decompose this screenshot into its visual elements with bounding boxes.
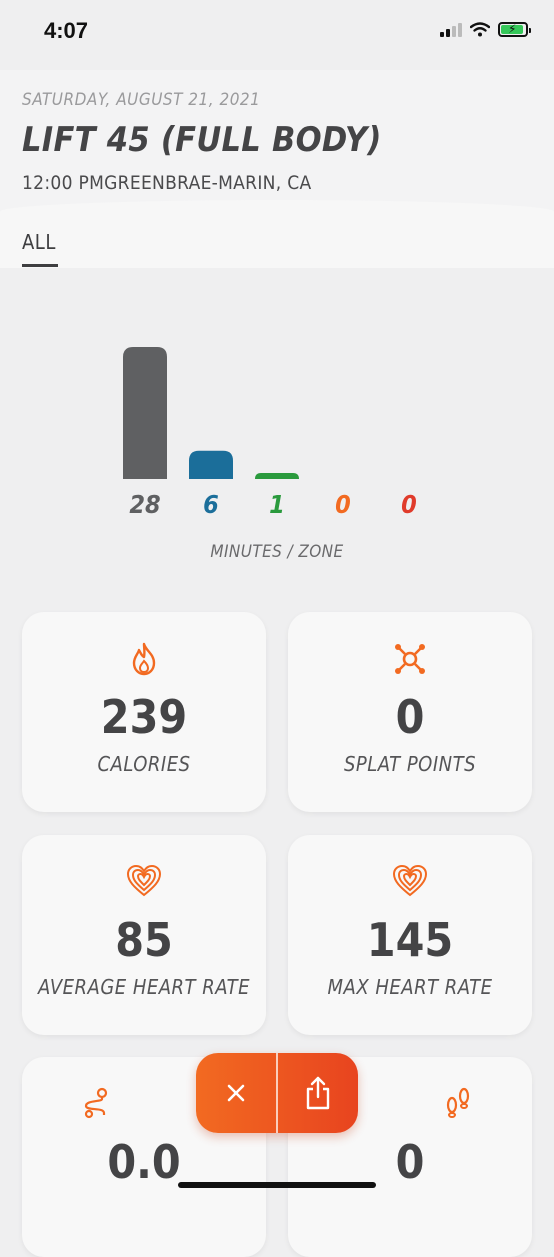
share-button[interactable] xyxy=(278,1053,358,1133)
heart-icon xyxy=(288,864,532,901)
footsteps-icon xyxy=(336,1087,554,1123)
route-icon xyxy=(0,1087,218,1123)
zone-minutes-blue: 6 xyxy=(203,490,219,519)
status-bar: 4:07 ⚡ xyxy=(0,0,554,70)
zone-chart: 28 6 1 0 0 MINUTES / ZONE xyxy=(0,268,554,578)
stat-card-max-heart-rate[interactable]: 145 MAX HEART RATE xyxy=(288,835,532,1035)
stat-card-average-heart-rate[interactable]: 85 AVERAGE HEART RATE xyxy=(22,835,266,1035)
chart-x-label: MINUTES / ZONE xyxy=(210,542,344,562)
average-heart-rate-label: AVERAGE HEART RATE xyxy=(38,975,250,999)
splat-points-label: SPLAT POINTS xyxy=(343,752,477,776)
stat-card-splat-points[interactable]: 0 SPLAT POINTS xyxy=(288,612,532,812)
workout-header: SATURDAY, AUGUST 21, 2021 LIFT 45 (FULL … xyxy=(0,70,554,268)
flame-icon xyxy=(22,642,266,680)
splat-icon xyxy=(288,642,532,680)
splat-points-value: 0 xyxy=(395,690,425,744)
status-time: 4:07 xyxy=(44,18,89,43)
home-indicator xyxy=(178,1182,376,1188)
max-heart-rate-label: MAX HEART RATE xyxy=(327,975,493,999)
zone-minutes-red: 0 xyxy=(401,490,417,519)
status-icons: ⚡ xyxy=(440,22,531,37)
calories-label: CALORIES xyxy=(97,752,191,776)
workout-title: LIFT 45 (FULL BODY) xyxy=(22,120,382,160)
close-icon xyxy=(227,1084,245,1102)
tab-active-indicator xyxy=(22,264,58,267)
zone-bar-green xyxy=(255,473,299,479)
wifi-icon xyxy=(470,22,490,37)
share-icon xyxy=(306,1076,330,1110)
action-fab xyxy=(196,1053,358,1133)
zone-minutes-gray: 28 xyxy=(129,490,161,519)
tab-all[interactable]: ALL xyxy=(22,230,56,254)
zone-minutes-orange: 0 xyxy=(335,490,351,519)
zone-minutes-green: 1 xyxy=(269,490,285,519)
zone-bar-blue xyxy=(189,450,233,479)
steps-value: 0 xyxy=(395,1135,425,1189)
heart-icon xyxy=(22,864,266,901)
workout-time-location: 12:00 PMGREENBRAE-MARIN, CA xyxy=(22,172,312,194)
cellular-signal-icon xyxy=(440,22,462,37)
max-heart-rate-value: 145 xyxy=(366,913,454,967)
stat-card-calories[interactable]: 239 CALORIES xyxy=(22,612,266,812)
battery-icon: ⚡ xyxy=(498,22,531,37)
zone-bar-gray xyxy=(123,347,167,479)
tab-strip: ALL xyxy=(0,200,554,268)
average-heart-rate-value: 85 xyxy=(115,913,173,967)
zone-bars xyxy=(123,347,299,479)
close-button[interactable] xyxy=(196,1053,276,1133)
calories-value: 239 xyxy=(100,690,188,744)
workout-date: SATURDAY, AUGUST 21, 2021 xyxy=(22,90,261,110)
distance-value: 0.0 xyxy=(107,1135,181,1189)
